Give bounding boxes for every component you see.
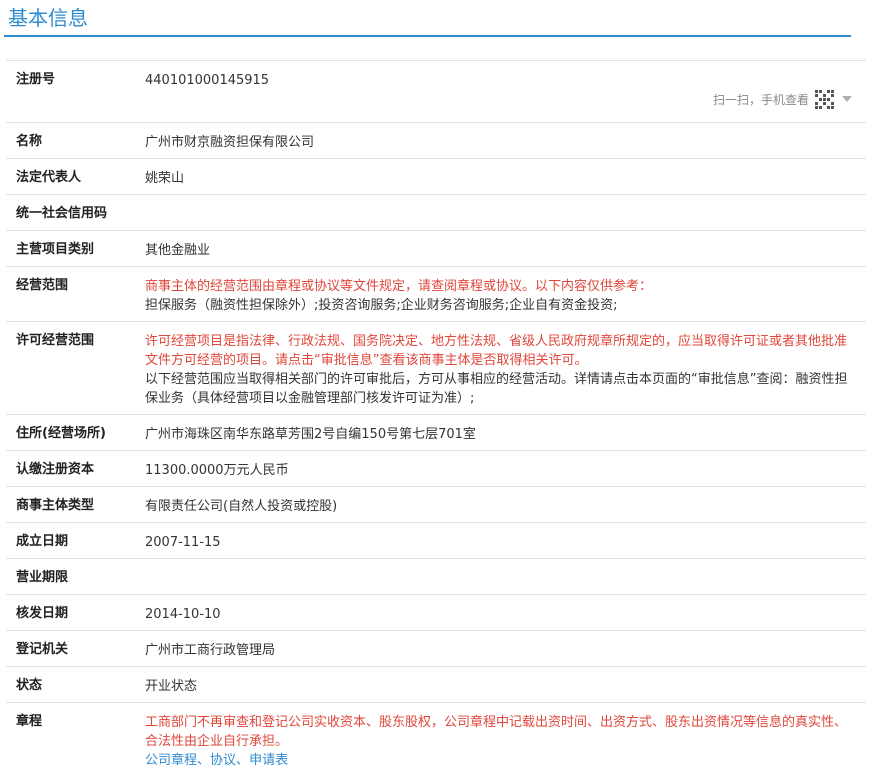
- row-licensed-scope: 许可经营范围 许可经营项目是指法律、行政法规、国务院决定、地方性法规、省级人民政…: [6, 322, 866, 415]
- row-legal-representative: 法定代表人 姚荣山: [6, 159, 866, 195]
- chevron-down-icon[interactable]: [842, 96, 852, 102]
- row-established-date: 成立日期 2007-11-15: [6, 523, 866, 559]
- articles-link[interactable]: 公司章程: [145, 753, 197, 768]
- row-label: 住所(经营场所): [16, 426, 106, 441]
- row-label: 认缴注册资本: [16, 462, 95, 477]
- row-business-term: 营业期限: [6, 559, 866, 595]
- row-entity-type: 商事主体类型 有限责任公司(自然人投资或控股): [6, 487, 866, 523]
- row-value: 有限责任公司(自然人投资或控股): [145, 499, 338, 514]
- application-form-link[interactable]: 申请表: [249, 753, 288, 768]
- qr-code-icon[interactable]: [815, 89, 834, 109]
- section-header: 基本信息: [4, 0, 851, 37]
- row-value: 广州市工商行政管理局: [145, 643, 276, 658]
- row-business-scope: 经营范围 商事主体的经营范围由章程或协议等文件规定，请查阅章程或协议。以下内容仅…: [6, 267, 866, 322]
- row-value: 2014-10-10: [145, 607, 221, 622]
- row-label: 统一社会信用码: [16, 206, 108, 221]
- row-issue-date: 核发日期 2014-10-10: [6, 595, 866, 631]
- row-value: 工商部门不再审查和登记公司实收资本、股东股权，公司章程中记载出资时间、出资方式、…: [145, 713, 854, 770]
- row-label: 许可经营范围: [16, 333, 95, 348]
- articles-notice: 工商部门不再审查和登记公司实收资本、股东股权，公司章程中记载出资时间、出资方式、…: [145, 715, 848, 749]
- scope-notice: 商事主体的经营范围由章程或协议等文件规定，请查阅章程或协议。以下内容仅供参考：: [145, 279, 653, 294]
- row-label: 主营项目类别: [16, 242, 95, 257]
- scan-text: 扫一扫，手机查看: [712, 92, 809, 107]
- scope-text: 担保服务（融资性担保除外）;投资咨询服务;企业财务咨询服务;企业自有资金投资;: [145, 298, 618, 313]
- row-label: 经营范围: [16, 278, 69, 293]
- row-value: 其他金融业: [145, 243, 211, 258]
- row-label: 商事主体类型: [16, 498, 95, 513]
- link-separator: 、: [197, 753, 211, 768]
- row-label: 登记机关: [16, 642, 69, 657]
- row-value: 商事主体的经营范围由章程或协议等文件规定，请查阅章程或协议。以下内容仅供参考： …: [145, 277, 854, 315]
- row-label: 营业期限: [16, 570, 69, 585]
- license-text: 以下经营范围应当取得相关部门的许可审批后，方可从事相应的经营活动。详情请点击本页…: [145, 372, 848, 406]
- row-credit-code: 统一社会信用码: [6, 195, 866, 231]
- row-label: 核发日期: [16, 606, 69, 621]
- row-value: 11300.0000万元人民币: [145, 463, 289, 478]
- row-value: 姚荣山: [145, 171, 185, 186]
- row-value: 2007-11-15: [145, 535, 221, 550]
- row-registration-authority: 登记机关 广州市工商行政管理局: [6, 631, 866, 667]
- row-value: 许可经营项目是指法律、行政法规、国务院决定、地方性法规、省级人民政府规章所规定的…: [145, 332, 854, 408]
- row-label: 成立日期: [16, 534, 69, 549]
- row-label: 章程: [16, 714, 43, 729]
- info-table: 注册号 440101000145915 扫一扫，手机查看 名称 广州市财京融资担…: [6, 60, 866, 775]
- row-name: 名称 广州市财京融资担保有限公司: [6, 123, 866, 159]
- page-title: 基本信息: [8, 6, 88, 30]
- row-label: 法定代表人: [16, 170, 82, 185]
- row-label: 状态: [16, 678, 43, 693]
- row-value: 广州市海珠区南华东路草芳围2号自编150号第七层701室: [145, 427, 476, 442]
- link-separator: 、: [236, 753, 250, 768]
- row-value: 开业状态: [145, 679, 198, 694]
- mobile-view-toggle[interactable]: 扫一扫，手机查看: [713, 88, 852, 110]
- row-main-category: 主营项目类别 其他金融业: [6, 231, 866, 267]
- row-registered-capital: 认缴注册资本 11300.0000万元人民币: [6, 451, 866, 487]
- agreement-link[interactable]: 协议: [210, 753, 236, 768]
- row-label: 注册号: [16, 72, 56, 87]
- row-articles: 章程 工商部门不再审查和登记公司实收资本、股东股权，公司章程中记载出资时间、出资…: [6, 703, 866, 775]
- row-label: 名称: [16, 134, 43, 149]
- row-registration-number: 注册号 440101000145915 扫一扫，手机查看: [6, 61, 866, 123]
- license-notice: 许可经营项目是指法律、行政法规、国务院决定、地方性法规、省级人民政府规章所规定的…: [145, 334, 848, 368]
- row-address: 住所(经营场所) 广州市海珠区南华东路草芳围2号自编150号第七层701室: [6, 415, 866, 451]
- articles-links: 公司章程、协议、申请表: [145, 751, 854, 770]
- row-status: 状态 开业状态: [6, 667, 866, 703]
- row-value: 广州市财京融资担保有限公司: [145, 135, 315, 150]
